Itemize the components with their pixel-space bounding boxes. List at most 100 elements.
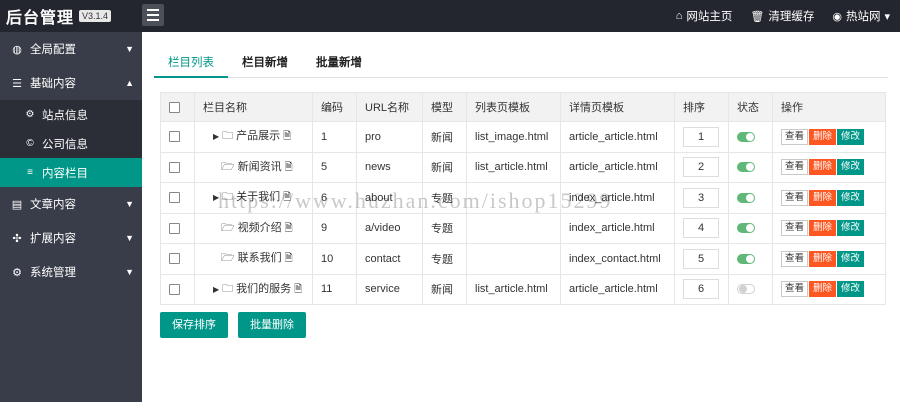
column-table: 栏目名称 编码 URL名称 模型 列表页模板 详情页模板 排序 状态 操作 ▶ 🗀… <box>160 92 886 305</box>
delete-button[interactable]: 删除 <box>809 281 837 298</box>
sliders-icon: ☰ <box>12 77 22 90</box>
view-button[interactable]: 查看 <box>781 281 809 298</box>
view-button[interactable]: 查看 <box>781 128 809 145</box>
status-toggle[interactable] <box>737 162 755 173</box>
order-input[interactable] <box>683 248 719 269</box>
delete-button[interactable]: 删除 <box>809 250 837 267</box>
edit-button[interactable]: 修改 <box>837 189 865 206</box>
row-checkbox[interactable] <box>169 283 180 295</box>
edit-button[interactable]: 修改 <box>837 220 865 237</box>
main-content: 栏目列表 栏目新增 批量新增 栏目名称 编码 URL名称 模型 列表页模板 详情… <box>142 32 900 402</box>
status-toggle[interactable] <box>737 223 755 234</box>
folder-open-icon: 🗁 <box>221 221 235 234</box>
file-icon: ▤ <box>11 198 23 211</box>
table-row: 🗁视频介绍🗎 9 a/video 专题 index_article.html 查… <box>160 212 886 244</box>
tab-column-list[interactable]: 栏目列表 <box>154 52 228 78</box>
table-header-row: 栏目名称 编码 URL名称 模型 列表页模板 详情页模板 排序 状态 操作 <box>160 92 886 122</box>
tab-bar: 栏目列表 栏目新增 批量新增 <box>154 52 888 78</box>
col-status-header: 状态 <box>728 92 773 122</box>
list-icon: ≡ <box>27 167 33 178</box>
globe-icon: ◍ <box>12 43 22 56</box>
order-input[interactable] <box>683 279 719 300</box>
row-checkbox[interactable] <box>169 161 180 173</box>
select-all-checkbox[interactable] <box>169 101 180 113</box>
sidebar-item-extensions[interactable]: ✣ 扩展内容 ▼ <box>0 221 142 255</box>
menu-toggle-button[interactable] <box>142 4 164 26</box>
expand-triangle-icon[interactable]: ▶ <box>213 132 219 141</box>
clear-cache-link[interactable]: 🗑 清理缓存 <box>750 8 814 24</box>
table-row: 🗁 联系我们 🗎 10 contact 专题 index_contact.html … <box>160 243 886 275</box>
delete-button[interactable]: 删除 <box>809 220 837 237</box>
view-button[interactable]: 查看 <box>781 189 809 206</box>
sidebar-submenu: ⚙ 站点信息 © 公司信息 ≡ 内容栏目 <box>0 100 142 187</box>
tab-column-add[interactable]: 栏目新增 <box>228 52 302 78</box>
view-button[interactable]: 查看 <box>781 159 809 176</box>
sidebar-item-site-info[interactable]: ⚙ 站点信息 <box>0 100 142 129</box>
order-input[interactable] <box>683 218 719 239</box>
user-icon: ◉ <box>832 10 842 23</box>
col-url-header: URL名称 <box>356 92 423 122</box>
caret-down-icon: ▼ <box>125 199 134 209</box>
sidebar-item-content-columns[interactable]: ≡ 内容栏目 <box>0 158 142 187</box>
expand-triangle-icon[interactable]: ▶ <box>213 285 219 294</box>
edit-button[interactable]: 修改 <box>837 281 865 298</box>
order-input[interactable] <box>683 126 719 147</box>
expand-triangle-icon[interactable]: ▶ <box>213 193 219 202</box>
col-actions-header: 操作 <box>772 92 886 122</box>
status-toggle[interactable] <box>737 131 755 142</box>
col-order-header: 排序 <box>674 92 729 122</box>
col-model-header: 模型 <box>422 92 467 122</box>
folder-open-icon: 🗁 <box>221 252 235 265</box>
document-icon: 🗎 <box>284 222 293 234</box>
save-order-button[interactable]: 保存排序 <box>160 312 228 338</box>
gear-icon: ⚙ <box>12 266 22 279</box>
document-icon: 🗎 <box>294 283 303 295</box>
edit-button[interactable]: 修改 <box>837 159 865 176</box>
hamburger-icon <box>147 9 159 11</box>
folder-icon: 🗀 <box>222 191 234 204</box>
app-title: 后台管理 <box>6 10 75 27</box>
row-checkbox[interactable] <box>169 222 180 234</box>
user-menu[interactable]: ◉ 热站网 ▾ <box>832 8 890 24</box>
caret-down-icon: ▼ <box>125 267 134 277</box>
sidebar-item-articles[interactable]: ▤ 文章内容 ▼ <box>0 187 142 221</box>
view-button[interactable]: 查看 <box>781 220 809 237</box>
row-checkbox[interactable] <box>169 253 180 265</box>
col-name-header: 栏目名称 <box>194 92 313 122</box>
table-row: ▶ 🗀 产品展示 🗎 1 pro 新闻 list_image.html article… <box>160 121 886 153</box>
folder-icon: 🗀 <box>222 282 234 295</box>
top-links: ⌂ 网站主页 🗑 清理缓存 ◉ 热站网 ▾ <box>676 0 890 32</box>
delete-button[interactable]: 删除 <box>809 189 837 206</box>
sidebar-item-system[interactable]: ⚙ 系统管理 ▼ <box>0 255 142 289</box>
tab-batch-add[interactable]: 批量新增 <box>302 52 376 78</box>
folder-icon: 🗀 <box>222 130 234 143</box>
sidebar-item-global-config[interactable]: ◍ 全局配置 ▼ <box>0 32 142 66</box>
document-icon: 🗎 <box>283 131 292 143</box>
edit-button[interactable]: 修改 <box>837 128 865 145</box>
sidebar-item-basic-content[interactable]: ☰ 基础内容 ▲ <box>0 66 142 100</box>
copyright-icon: © <box>26 138 34 149</box>
version-badge: V3.1.4 <box>79 10 112 22</box>
status-toggle[interactable] <box>737 284 755 295</box>
row-checkbox[interactable] <box>169 131 180 143</box>
caret-up-icon: ▲ <box>125 78 134 88</box>
gear-icon: ⚙ <box>25 109 35 120</box>
batch-delete-button[interactable]: 批量删除 <box>238 312 306 338</box>
brand: 后台管理 V3.1.4 <box>6 0 112 32</box>
order-input[interactable] <box>683 157 719 178</box>
delete-button[interactable]: 删除 <box>809 128 837 145</box>
delete-button[interactable]: 删除 <box>809 159 837 176</box>
sidebar-item-company-info[interactable]: © 公司信息 <box>0 129 142 158</box>
row-checkbox[interactable] <box>169 192 180 204</box>
edit-button[interactable]: 修改 <box>837 250 865 267</box>
document-icon: 🗎 <box>284 253 293 265</box>
document-icon: 🗎 <box>283 192 292 204</box>
home-icon: ⌂ <box>675 10 683 22</box>
caret-down-icon: ▼ <box>125 233 134 243</box>
home-link[interactable]: ⌂ 网站主页 <box>676 8 733 24</box>
order-input[interactable] <box>683 187 719 208</box>
document-icon: 🗎 <box>284 161 293 173</box>
status-toggle[interactable] <box>737 192 755 203</box>
view-button[interactable]: 查看 <box>781 250 809 267</box>
status-toggle[interactable] <box>737 253 755 264</box>
